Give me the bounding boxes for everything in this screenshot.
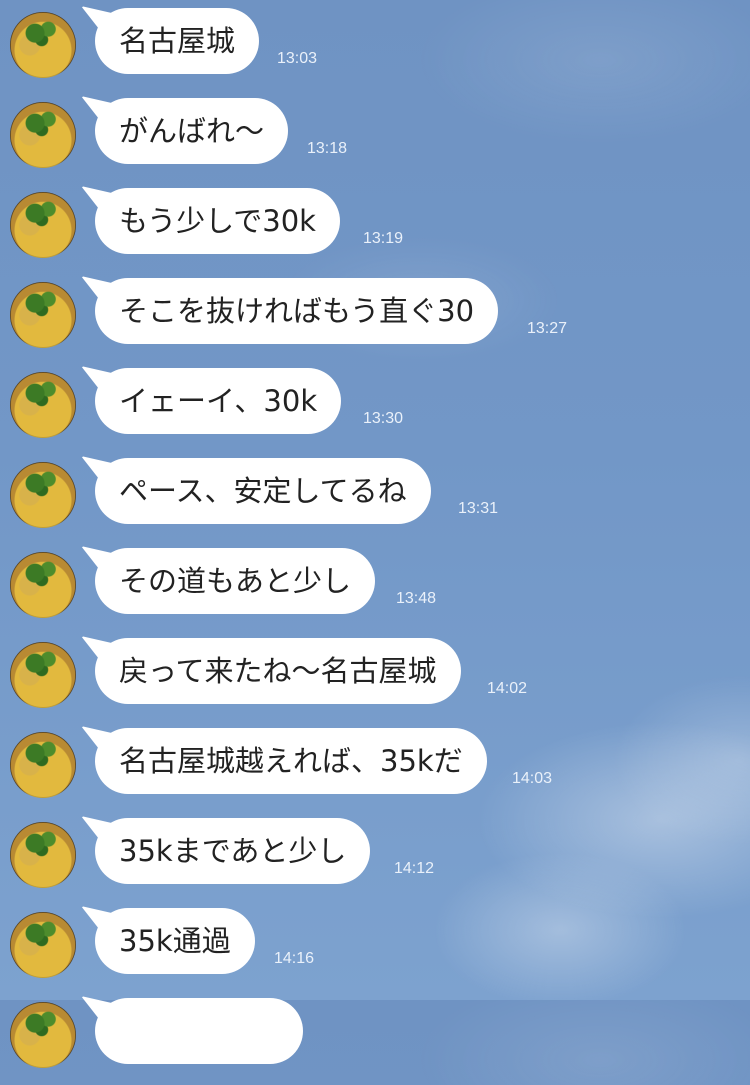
message-bubble[interactable]: 名古屋城 bbox=[95, 8, 260, 74]
message-row: 名古屋城 13:03 bbox=[0, 5, 750, 95]
sender-avatar[interactable] bbox=[10, 282, 76, 348]
message-bubble[interactable]: 名古屋城越えれば、35kだ bbox=[95, 728, 487, 794]
message-bubble-wrap: ペース、安定してるね bbox=[95, 458, 431, 524]
message-bubble-wrap: がんばれ〜 bbox=[95, 98, 289, 164]
message-bubble[interactable]: もう少しで30k bbox=[95, 188, 340, 254]
message-timestamp: 13:48 bbox=[396, 590, 437, 607]
message-bubble-wrap: イェーイ、30k bbox=[95, 368, 342, 434]
message-bubble[interactable]: 戻って来たね〜名古屋城 bbox=[95, 638, 461, 704]
message-timestamp: 14:12 bbox=[394, 860, 435, 877]
message-bubble-wrap: 名古屋城越えれば、35kだ bbox=[95, 728, 487, 794]
message-timestamp: 14:02 bbox=[487, 680, 528, 697]
message-bubble-wrap: もう少しで30k bbox=[95, 188, 340, 254]
message-bubble[interactable]: そこを抜ければもう直ぐ30 bbox=[95, 278, 499, 344]
message-timestamp: 14:16 bbox=[274, 950, 315, 967]
sender-avatar[interactable] bbox=[10, 912, 76, 978]
message-row: 戻って来たね〜名古屋城 14:02 bbox=[0, 635, 750, 725]
message-row: もう少しで30k 13:19 bbox=[0, 185, 750, 275]
message-row: 名古屋城越えれば、35kだ 14:03 bbox=[0, 725, 750, 815]
message-bubble[interactable]: 35kまであと少し bbox=[95, 818, 371, 884]
message-row: ペース、安定してるね 13:31 bbox=[0, 455, 750, 545]
message-row: 35k通過 14:16 bbox=[0, 905, 750, 995]
message-timestamp: 13:19 bbox=[363, 230, 404, 247]
message-bubble-wrap: その道もあと少し bbox=[95, 548, 376, 614]
sender-avatar[interactable] bbox=[10, 822, 76, 888]
message-row: そこを抜ければもう直ぐ30 13:27 bbox=[0, 275, 750, 365]
sender-avatar[interactable] bbox=[10, 12, 76, 78]
message-timestamp: 13:03 bbox=[277, 50, 318, 67]
message-bubble[interactable]: がんばれ〜 bbox=[95, 98, 289, 164]
sender-avatar[interactable] bbox=[10, 192, 76, 258]
sender-avatar[interactable] bbox=[10, 372, 76, 438]
message-bubble[interactable]: 35k通過 bbox=[95, 908, 255, 974]
message-bubble[interactable]: ペース、安定してるね bbox=[95, 458, 431, 524]
message-bubble-wrap: 名古屋城 bbox=[95, 8, 260, 74]
message-timestamp: 13:30 bbox=[363, 410, 404, 427]
sender-avatar[interactable] bbox=[10, 642, 76, 708]
message-timestamp: 13:18 bbox=[307, 140, 348, 157]
chat-thread[interactable]: 名古屋城 13:03 がんばれ〜 13:18 もう少しで30k 13:19 そこ… bbox=[0, 0, 750, 1068]
message-bubble-wrap: 35kまであと少し bbox=[95, 818, 371, 884]
message-timestamp: 13:27 bbox=[527, 320, 568, 337]
message-bubble-wrap: そこを抜ければもう直ぐ30 bbox=[95, 278, 499, 344]
message-row: イェーイ、30k 13:30 bbox=[0, 365, 750, 455]
message-row-partial bbox=[0, 995, 750, 1085]
message-timestamp: 13:31 bbox=[458, 500, 499, 517]
sender-avatar[interactable] bbox=[10, 1002, 76, 1068]
sender-avatar[interactable] bbox=[10, 462, 76, 528]
message-row: その道もあと少し 13:48 bbox=[0, 545, 750, 635]
message-row: がんばれ〜 13:18 bbox=[0, 95, 750, 185]
message-bubble-wrap: 35k通過 bbox=[95, 908, 255, 974]
message-bubble-wrap bbox=[95, 998, 303, 1064]
message-bubble[interactable]: イェーイ、30k bbox=[95, 368, 342, 434]
message-bubble-wrap: 戻って来たね〜名古屋城 bbox=[95, 638, 461, 704]
sender-avatar[interactable] bbox=[10, 102, 76, 168]
message-bubble[interactable]: その道もあと少し bbox=[95, 548, 376, 614]
message-timestamp: 14:03 bbox=[512, 770, 553, 787]
sender-avatar[interactable] bbox=[10, 732, 76, 798]
message-bubble[interactable] bbox=[95, 998, 303, 1064]
message-row: 35kまであと少し 14:12 bbox=[0, 815, 750, 905]
sender-avatar[interactable] bbox=[10, 552, 76, 618]
